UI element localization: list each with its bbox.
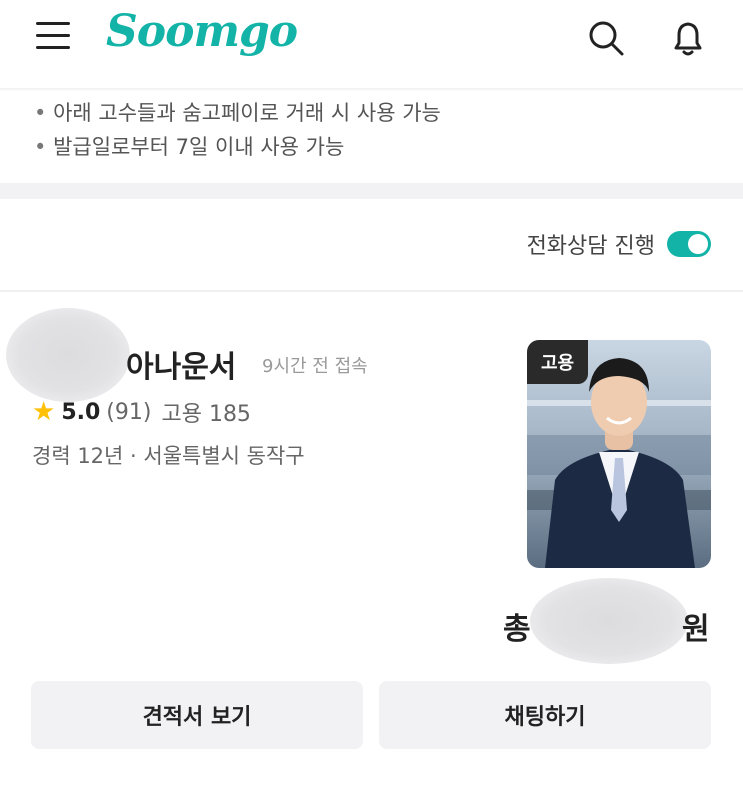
- section-divider: [0, 183, 743, 199]
- review-count: (91): [106, 399, 152, 425]
- blurred-price-mask: [530, 578, 688, 664]
- bell-icon[interactable]: [668, 18, 708, 58]
- phone-consult-label: 전화상담 진행: [526, 234, 655, 259]
- hamburger-menu-icon[interactable]: [36, 22, 72, 52]
- hire-badge: 고용: [527, 340, 589, 384]
- star-icon: ★: [32, 397, 56, 427]
- rating-row: ★ 5.0 (91) 고용 185: [32, 396, 251, 428]
- price-prefix: 총: [503, 612, 531, 647]
- career-location: 경력 12년 · 서울특별시 동작구: [32, 444, 305, 468]
- last-seen-text: 9시간 전 접속: [262, 356, 368, 377]
- blurred-name-mask: [6, 308, 130, 402]
- pro-photo[interactable]: 고용: [527, 340, 711, 568]
- search-icon[interactable]: [586, 18, 626, 58]
- soomgo-logo[interactable]: Soomgo: [106, 6, 298, 57]
- coupon-notes: 아래 고수들과 숨고페이로 거래 시 사용 가능 발급일로부터 7일 이내 사용…: [34, 96, 441, 164]
- price-suffix: 원: [682, 612, 710, 647]
- coupon-note: 발급일로부터 7일 이내 사용 가능: [34, 130, 441, 164]
- list-divider: [0, 290, 743, 292]
- chat-button[interactable]: 채팅하기: [379, 681, 711, 749]
- phone-consult-toggle[interactable]: [667, 231, 711, 257]
- pro-name[interactable]: 아나운서: [126, 342, 236, 386]
- header-divider: [0, 88, 743, 91]
- coupon-note: 아래 고수들과 숨고페이로 거래 시 사용 가능: [34, 96, 441, 130]
- top-header: Soomgo: [0, 0, 743, 90]
- phone-consult-filter: 전화상담 진행: [527, 228, 711, 260]
- rating-value: 5.0: [61, 399, 101, 425]
- view-quote-button[interactable]: 견적서 보기: [31, 681, 363, 749]
- hire-count: 고용 185: [161, 402, 251, 427]
